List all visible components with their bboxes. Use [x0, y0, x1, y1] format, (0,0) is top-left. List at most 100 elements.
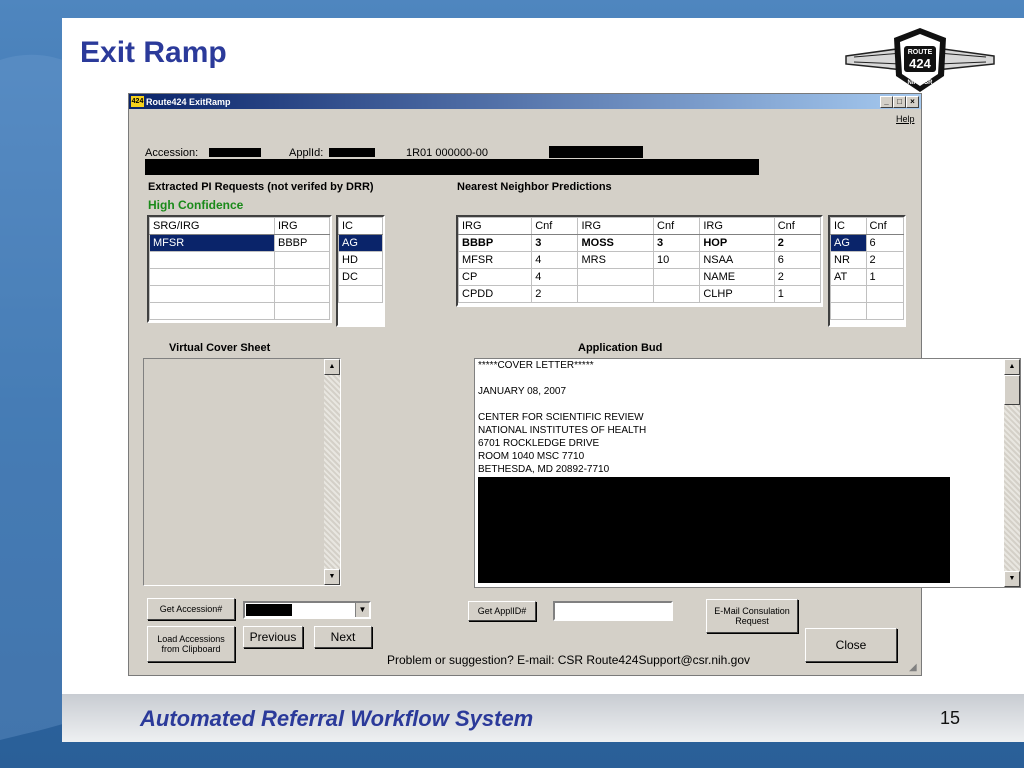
col-header[interactable]: IRG	[699, 217, 775, 235]
table-row[interactable]: DC	[338, 268, 383, 286]
help-menu[interactable]: Help	[896, 114, 915, 124]
table-row[interactable]	[149, 302, 330, 320]
table-cell[interactable]: CLHP	[699, 285, 775, 303]
table-cell[interactable]: HOP	[699, 234, 775, 252]
table-row[interactable]: CPDD 2 CLHP 1	[458, 285, 821, 303]
table-cell[interactable]: CPDD	[458, 285, 533, 303]
previous-button[interactable]: Previous	[243, 626, 303, 648]
table-row[interactable]: BBBP 3 MOSS 3 HOP 2	[458, 234, 821, 252]
table-cell[interactable]: 3	[531, 234, 579, 252]
table-cell[interactable]: AG	[830, 234, 867, 252]
load-accessions-button[interactable]: Load Accessions from Clipboard	[147, 626, 235, 662]
table-row[interactable]: AG 6	[830, 234, 904, 252]
scroll-up-icon[interactable]: ▲	[1004, 359, 1020, 375]
scroll-thumb[interactable]	[1004, 375, 1020, 405]
table-cell[interactable]: MRS	[577, 251, 655, 269]
neighbors-grid[interactable]: IRG Cnf IRG Cnf IRG Cnf BBBP 3 MOSS 3 HOP 2 MFSR 4 MR…	[456, 215, 823, 307]
accession-dropdown[interactable]: ▼	[243, 601, 371, 619]
application-bud-text[interactable]: *****COVER LETTER***** JANUARY 08, 2007 CE…	[474, 358, 1021, 588]
resize-grip-icon[interactable]: ◢	[909, 662, 917, 673]
table-cell[interactable]	[865, 285, 904, 303]
close-button[interactable]: Close	[805, 628, 897, 662]
maximize-icon[interactable]: □	[893, 95, 906, 108]
applid-input[interactable]	[553, 601, 673, 621]
table-cell[interactable]: 10	[653, 251, 701, 269]
table-cell[interactable]: DC	[338, 268, 383, 286]
table-cell[interactable]: 3	[653, 234, 701, 252]
col-header[interactable]: Cnf	[773, 217, 821, 235]
table-cell[interactable]	[149, 251, 275, 269]
col-header[interactable]: IC	[830, 217, 867, 235]
table-cell[interactable]: 2	[865, 251, 904, 269]
window-titlebar[interactable]: 424 Route424 ExitRamp _ □ ×	[129, 94, 921, 109]
table-cell[interactable]: BBBP	[274, 234, 330, 252]
table-cell[interactable]	[149, 268, 275, 286]
table-cell[interactable]: BBBP	[458, 234, 533, 252]
next-button[interactable]: Next	[314, 626, 372, 648]
table-row[interactable]: AG	[338, 234, 383, 252]
get-applid-button[interactable]: Get ApplID#	[468, 601, 536, 621]
cover-scrollbar[interactable]: ▲ ▼	[324, 359, 340, 585]
table-cell[interactable]: MFSR	[149, 234, 275, 252]
col-header[interactable]: SRG/IRG	[149, 217, 275, 235]
table-row[interactable]	[830, 285, 904, 303]
table-cell[interactable]: 1	[865, 268, 904, 286]
table-cell[interactable]	[274, 285, 330, 303]
col-header[interactable]: IRG	[274, 217, 330, 235]
table-cell[interactable]	[830, 285, 867, 303]
table-cell[interactable]	[577, 268, 655, 286]
table-cell[interactable]	[865, 302, 904, 320]
chevron-down-icon[interactable]: ▼	[355, 603, 369, 617]
table-row[interactable]	[830, 302, 904, 320]
extracted-ic-grid[interactable]: IC AG HD DC	[336, 215, 385, 327]
neighbors-ic-grid[interactable]: IC Cnf AG 6 NR 2 AT 1	[828, 215, 906, 327]
table-cell[interactable]	[274, 302, 330, 320]
email-request-button[interactable]: E-Mail Consulation Request	[706, 599, 798, 633]
col-header[interactable]: Cnf	[531, 217, 579, 235]
table-cell[interactable]	[149, 285, 275, 303]
scroll-up-icon[interactable]: ▲	[324, 359, 340, 375]
scroll-down-icon[interactable]: ▼	[1004, 571, 1020, 587]
extracted-grid[interactable]: SRG/IRG IRG MFSR BBBP	[147, 215, 332, 323]
table-cell[interactable]	[653, 285, 701, 303]
table-cell[interactable]	[577, 285, 655, 303]
table-cell[interactable]: MOSS	[577, 234, 655, 252]
table-row[interactable]	[149, 285, 330, 303]
bud-scrollbar[interactable]: ▲ ▼	[1004, 359, 1020, 587]
table-cell[interactable]: NR	[830, 251, 867, 269]
close-window-icon[interactable]: ×	[906, 95, 919, 108]
col-header[interactable]: Cnf	[865, 217, 904, 235]
table-cell[interactable]: 4	[531, 251, 579, 269]
table-cell[interactable]: CP	[458, 268, 533, 286]
col-header[interactable]: Cnf	[653, 217, 701, 235]
table-row[interactable]: AT 1	[830, 268, 904, 286]
col-header[interactable]: IRG	[458, 217, 533, 235]
table-row[interactable]	[149, 268, 330, 286]
table-row[interactable]: HD	[338, 251, 383, 269]
table-cell[interactable]: HD	[338, 251, 383, 269]
table-cell[interactable]: 2	[773, 234, 821, 252]
minimize-icon[interactable]: _	[880, 95, 893, 108]
table-row[interactable]: CP 4 NAME 2	[458, 268, 821, 286]
table-row[interactable]: NR 2	[830, 251, 904, 269]
table-cell[interactable]: MFSR	[458, 251, 533, 269]
col-header[interactable]: IC	[338, 217, 383, 235]
table-row[interactable]	[338, 285, 383, 303]
table-cell[interactable]: 6	[865, 234, 904, 252]
table-cell[interactable]: 2	[773, 268, 821, 286]
table-row[interactable]	[149, 251, 330, 269]
table-row[interactable]: MFSR 4 MRS 10 NSAA 6	[458, 251, 821, 269]
table-cell[interactable]	[653, 268, 701, 286]
table-row[interactable]: MFSR BBBP	[149, 234, 330, 252]
table-cell[interactable]: 2	[531, 285, 579, 303]
table-cell[interactable]	[274, 251, 330, 269]
table-cell[interactable]: NSAA	[699, 251, 775, 269]
table-cell[interactable]: AG	[338, 234, 383, 252]
table-cell[interactable]	[338, 285, 383, 303]
get-accession-button[interactable]: Get Accession#	[147, 598, 235, 620]
table-cell[interactable]: NAME	[699, 268, 775, 286]
table-cell[interactable]	[830, 302, 867, 320]
virtual-cover-sheet-panel[interactable]: ▲ ▼	[143, 358, 341, 586]
table-cell[interactable]	[274, 268, 330, 286]
table-cell[interactable]	[149, 302, 275, 320]
